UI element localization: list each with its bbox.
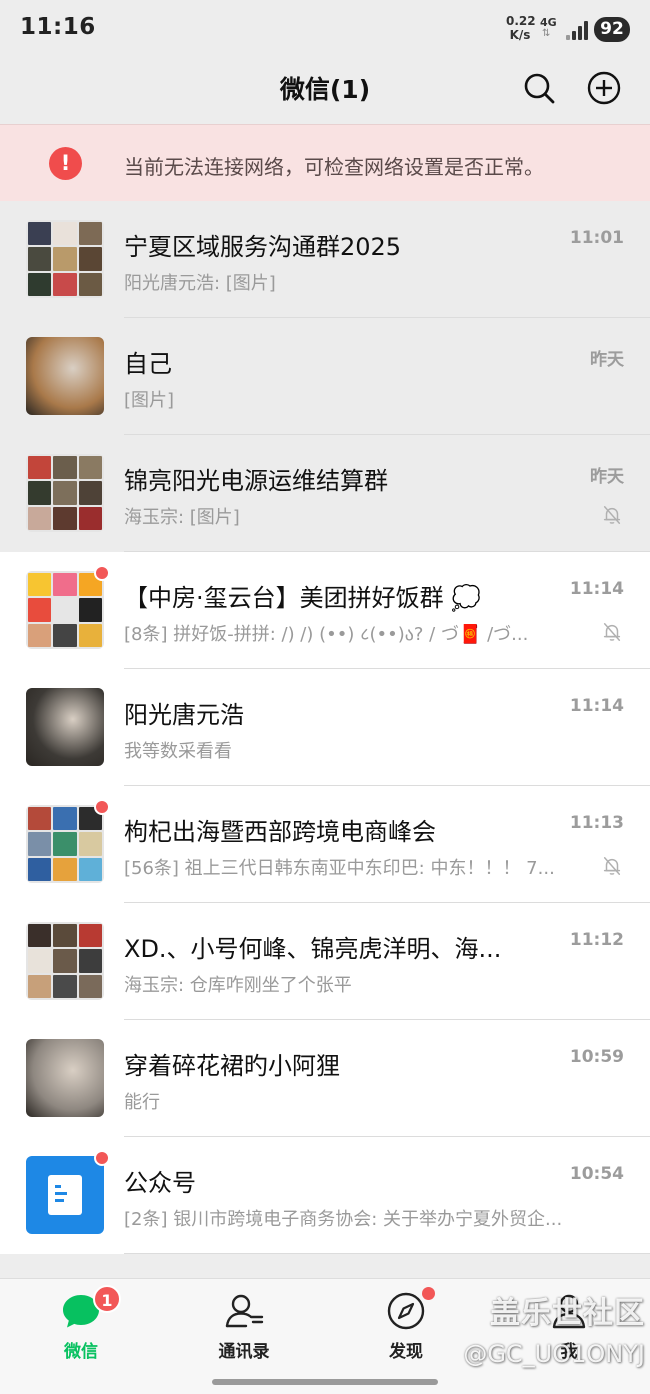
- chat-avatar[interactable]: [26, 688, 104, 766]
- chat-list-item[interactable]: 穿着碎花裙旳小阿狸能行 10:59: [0, 1020, 650, 1137]
- chat-time: 11:01: [569, 228, 624, 248]
- mute-bell-icon: [603, 623, 621, 641]
- tab-discover[interactable]: 发现: [356, 1279, 456, 1379]
- chat-time: 昨天: [590, 467, 624, 487]
- chat-preview: 海玉宗: 仓库咋刚坐了个张平: [124, 975, 352, 996]
- chat-name: 自己: [124, 350, 172, 378]
- chat-list-item[interactable]: 公众号 [2条] 银川市跨境电子商务协会: 关于举办宁夏外贸企... 10:54: [0, 1137, 650, 1254]
- unread-dot: [94, 1150, 110, 1166]
- chat-name: 枸杞出海暨西部跨境电商峰会: [124, 818, 436, 846]
- chat-name: 锦亮阳光电源运维结算群: [124, 467, 388, 495]
- chat-avatar[interactable]: [26, 337, 104, 415]
- unread-badge: 1: [93, 1285, 121, 1313]
- chat-preview: 海玉宗: [图片]: [124, 507, 240, 528]
- chat-time: 11:14: [569, 696, 624, 716]
- chat-time: 11:12: [569, 930, 624, 950]
- chat-list-item[interactable]: 宁夏区域服务沟通群2025 阳光唐元浩: [图片] 11:01: [0, 201, 650, 318]
- chat-list: 宁夏区域服务沟通群2025 阳光唐元浩: [图片] 11:01 自己 [图片] 昨天 锦亮阳…: [0, 201, 650, 1254]
- chat-time: 10:54: [569, 1164, 624, 1184]
- person-icon: [552, 1294, 586, 1329]
- chat-list-item[interactable]: 【中房·玺云台】美团拼好饭群 💭 [8条] 拼好饭-拼拼: /) /) (••) …: [0, 552, 650, 669]
- chat-time: 昨天: [590, 350, 624, 370]
- plus-circle-icon: [587, 71, 621, 105]
- chat-preview: [图片]: [124, 390, 175, 411]
- chat-name: 公众号: [124, 1169, 196, 1197]
- tab-contacts[interactable]: 通讯录: [194, 1279, 294, 1379]
- chat-preview: [8条] 拼好饭-拼拼: /) /) (••) ८(••)ა? / づ🧧 /づ.…: [124, 624, 529, 645]
- unread-dot: [94, 565, 110, 581]
- tab-label: 微信: [64, 1342, 98, 1362]
- chat-time: 10:59: [569, 1047, 624, 1067]
- chat-list-item[interactable]: 阳光唐元浩我等数采看看 11:14: [0, 669, 650, 786]
- chat-preview: 阳光唐元浩: [图片]: [124, 273, 276, 294]
- tab-label: 发现: [389, 1342, 423, 1362]
- network-warning-banner[interactable]: ! 当前无法连接网络，可检查网络设置是否正常。: [0, 124, 650, 201]
- mute-bell-icon: [603, 857, 621, 875]
- search-icon: [524, 73, 555, 104]
- network-arrows-icon: ⇅: [542, 28, 551, 39]
- unread-dot: [94, 799, 110, 815]
- status-bar: 11:16 0.22 K/s 4G ⇅ 92: [0, 0, 650, 58]
- status-time: 11:16: [20, 14, 96, 40]
- chat-avatar[interactable]: [26, 922, 104, 1000]
- tab-chats[interactable]: 1 微信: [31, 1279, 131, 1379]
- chat-preview: 能行: [124, 1092, 160, 1113]
- contacts-icon: [225, 1294, 264, 1328]
- network-warning-text: 当前无法连接网络，可检查网络设置是否正常。: [124, 155, 544, 179]
- tab-me[interactable]: 我: [519, 1279, 619, 1379]
- compass-icon: [387, 1292, 425, 1330]
- signal-icon: [566, 20, 588, 40]
- discover-dot: [422, 1287, 435, 1300]
- chat-name: 穿着碎花裙旳小阿狸: [124, 1052, 340, 1080]
- network-speed: 0.22 K/s: [506, 14, 536, 42]
- chat-name: 【中房·玺云台】美团拼好饭群 💭: [124, 584, 482, 612]
- chat-avatar[interactable]: [26, 799, 110, 883]
- tab-label: 我: [560, 1342, 578, 1362]
- tab-label: 通讯录: [218, 1342, 270, 1362]
- chat-preview: [2条] 银川市跨境电子商务协会: 关于举办宁夏外贸企...: [124, 1209, 563, 1230]
- mute-bell-icon: [603, 506, 621, 524]
- chat-time: 11:14: [569, 579, 624, 599]
- chat-preview: [56条] 祖上三代日韩东南亚中东印巴: 中东！！！ 7...: [124, 858, 555, 879]
- chat-avatar[interactable]: [26, 1150, 110, 1234]
- chat-avatar[interactable]: [26, 565, 110, 649]
- chat-preview: 我等数采看看: [124, 741, 232, 762]
- tab-bar: 1 微信 通讯录 发现 我: [0, 1278, 650, 1394]
- chat-time: 11:13: [569, 813, 624, 833]
- chat-list-item[interactable]: 自己 [图片] 昨天: [0, 318, 650, 435]
- home-indicator[interactable]: [212, 1379, 438, 1385]
- chat-list-item[interactable]: 枸杞出海暨西部跨境电商峰会 [56条] 祖上三代日韩东南亚中东印巴: 中东！！！ …: [0, 786, 650, 903]
- app-header: 微信(1): [0, 58, 650, 124]
- chat-name: 宁夏区域服务沟通群2025: [124, 233, 402, 261]
- network-type: 4G: [540, 16, 557, 29]
- official-account-icon: [48, 1175, 82, 1215]
- divider: [124, 1253, 650, 1254]
- chat-list-item[interactable]: XD.、小号何峰、锦亮虎洋明、海... 海玉宗: 仓库咋刚坐了个张平 11:12: [0, 903, 650, 1020]
- chat-avatar[interactable]: [26, 454, 104, 532]
- add-button[interactable]: [584, 68, 624, 108]
- chat-avatar[interactable]: [26, 220, 104, 298]
- search-button[interactable]: [519, 68, 559, 108]
- battery-indicator: 92: [594, 17, 630, 42]
- chat-name: 阳光唐元浩: [124, 701, 244, 729]
- exclamation-icon: !: [49, 147, 82, 180]
- chat-list-item[interactable]: 锦亮阳光电源运维结算群海玉宗: [图片] 昨天: [0, 435, 650, 552]
- chat-avatar[interactable]: [26, 1039, 104, 1117]
- chat-name: XD.、小号何峰、锦亮虎洋明、海...: [124, 935, 502, 963]
